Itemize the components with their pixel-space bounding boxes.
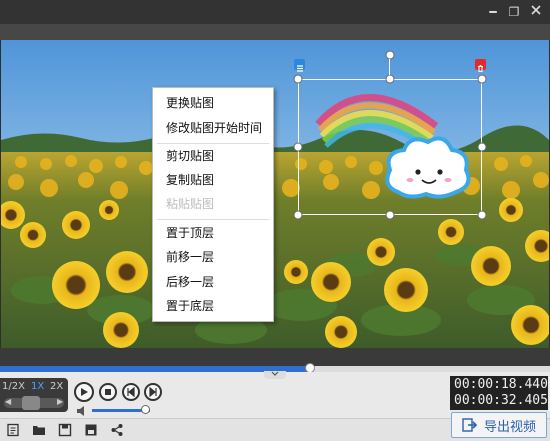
sticker-selection-box[interactable] [298, 79, 482, 215]
speed-half[interactable]: 1/2X [2, 381, 25, 392]
step-forward-icon [149, 387, 157, 397]
resize-handle-bottom-left[interactable] [293, 210, 303, 220]
trash-icon [478, 65, 483, 72]
open-folder-icon[interactable] [32, 423, 46, 437]
volume-knob[interactable] [141, 405, 151, 414]
menu-item-send-backward[interactable]: 后移一层 [153, 270, 273, 294]
total-time: 00:00:32.405 [454, 393, 548, 408]
list-icon [297, 65, 303, 72]
speed-right-arrow-icon[interactable]: ▶ [57, 397, 63, 406]
menu-item-send-to-back[interactable]: 置于底层 [153, 294, 273, 318]
resize-handle-bottom[interactable] [385, 210, 395, 220]
resize-handle-top-left[interactable] [293, 74, 303, 84]
menu-item-bring-to-front[interactable]: 置于顶层 [153, 221, 273, 245]
menu-item-cut-sticker[interactable]: 剪切贴图 [153, 144, 273, 168]
menu-item-paste-sticker: 粘贴贴图 [166, 197, 215, 211]
resize-handle-top-right[interactable] [477, 74, 487, 84]
resize-handle-right[interactable] [477, 142, 487, 152]
menu-item-change-start-time[interactable]: 修改贴图开始时间 [153, 116, 273, 140]
speed-double[interactable]: 2X [50, 381, 63, 392]
resize-handle-top[interactable] [385, 74, 395, 84]
speed-left-arrow-icon[interactable]: ◀ [5, 397, 11, 406]
export-video-label: 导出视频 [483, 419, 536, 435]
stop-button[interactable] [99, 383, 117, 401]
time-display: 00:00:18.440 00:00:32.405 [450, 376, 548, 410]
new-project-icon[interactable] [6, 423, 20, 437]
chevron-down-icon [271, 371, 279, 376]
resize-handle-bottom-right[interactable] [477, 210, 487, 220]
menu-item-replace-sticker[interactable]: 更换贴图 [153, 91, 273, 115]
menu-item-bring-forward[interactable]: 前移一层 [153, 245, 273, 269]
save-icon[interactable] [58, 423, 72, 437]
resize-handle-left[interactable] [293, 142, 303, 152]
play-button[interactable] [74, 382, 94, 402]
volume-icon[interactable] [76, 405, 88, 417]
rotate-handle-line [389, 59, 390, 75]
menu-separator [157, 219, 269, 220]
preview-bottom-strip [0, 348, 550, 366]
share-icon[interactable] [110, 423, 124, 437]
menu-item-copy-sticker[interactable]: 复制贴图 [153, 168, 273, 192]
save-as-icon[interactable] [84, 423, 98, 437]
next-frame-button[interactable] [144, 383, 162, 401]
play-icon [81, 388, 88, 396]
context-menu: 更换贴图 修改贴图开始时间 剪切贴图 复制贴图 粘贴贴图 置于顶层 前移一层 后… [152, 87, 274, 322]
step-back-icon [127, 387, 135, 397]
sticker-delete-handle[interactable] [475, 59, 486, 72]
export-video-button[interactable]: 导出视频 [451, 412, 547, 438]
speed-control: 1/2X 1X 2X ◀ ▶ [0, 378, 68, 412]
previous-frame-button[interactable] [122, 383, 140, 401]
current-time: 00:00:18.440 [454, 377, 548, 392]
stop-icon [105, 389, 111, 395]
speed-normal[interactable]: 1X [31, 381, 44, 392]
sticker-menu-handle[interactable] [294, 59, 305, 72]
video-editor-window: ━ ❐ 更换贴图 修改贴图开始时间 剪切贴图 复制贴图 粘贴贴图 置于顶层 前移… [0, 0, 550, 441]
rotate-handle[interactable] [385, 50, 395, 60]
export-icon [462, 418, 478, 432]
speed-slider-knob[interactable] [22, 396, 40, 410]
collapse-toggle[interactable] [264, 371, 286, 379]
